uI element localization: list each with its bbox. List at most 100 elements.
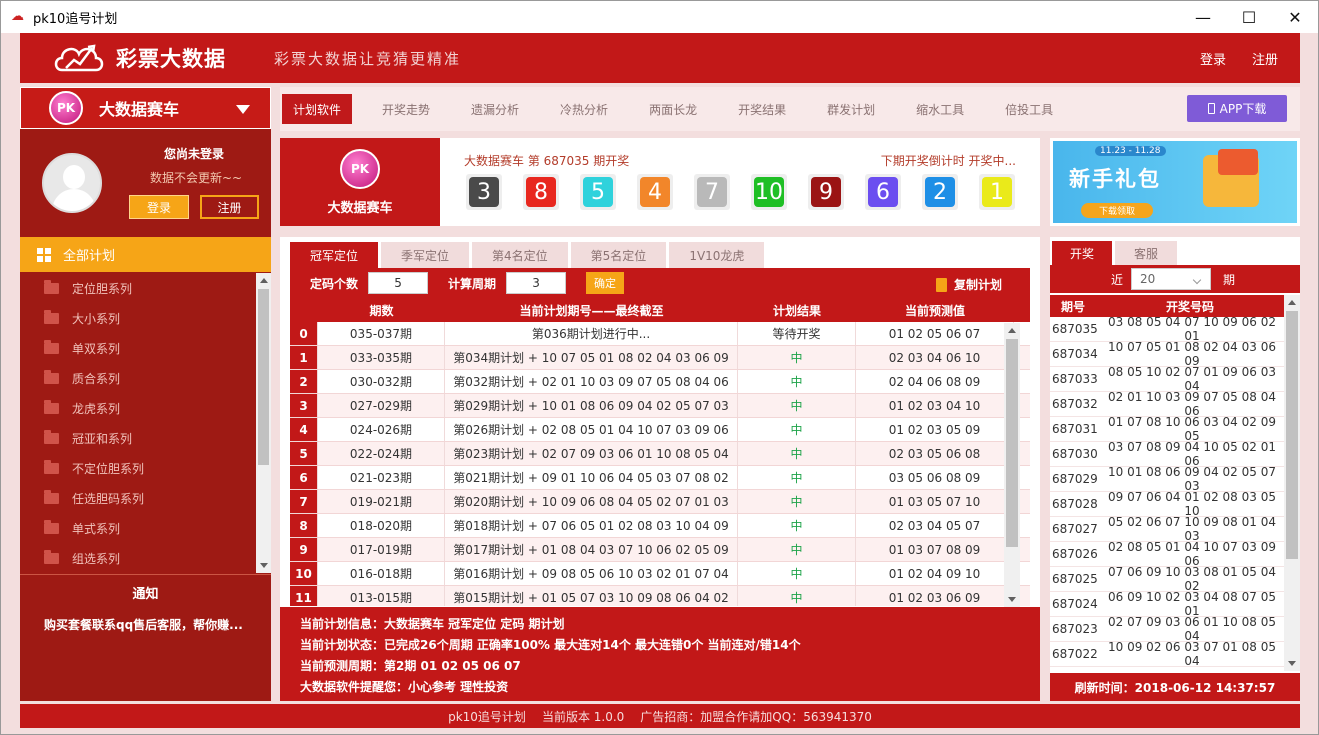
- menu-item[interactable]: 大小系列: [20, 303, 256, 333]
- close-icon[interactable]: ✕: [1272, 1, 1318, 33]
- table-row[interactable]: 0 035-037期 第036期计划进行中... 等待开奖 01 02 05 06 07: [290, 322, 1030, 346]
- menu-item[interactable]: 任选胆码系列: [20, 483, 256, 513]
- user-box: 您尚未登录 数据不会更新~~ 登录 注册: [20, 131, 271, 235]
- nav-group-plan[interactable]: 群发计划: [816, 94, 886, 124]
- game-logo: PK 大数据赛车: [280, 138, 440, 226]
- table-row[interactable]: 9 017-019期 第017期计划 + 01 08 04 03 07 10 06 …: [290, 538, 1030, 562]
- all-plans-header[interactable]: 全部计划: [20, 237, 271, 272]
- table-row[interactable]: 1 033-035期 第034期计划 + 10 07 05 01 08 02 04 …: [290, 346, 1030, 370]
- table-row[interactable]: 11 013-015期 第015期计划 + 01 05 07 03 10 09 08…: [290, 586, 1030, 606]
- folder-icon: [44, 309, 59, 324]
- list-item[interactable]: 687026 02 08 05 01 04 10 07 03 09 06: [1050, 540, 1284, 568]
- minimize-icon[interactable]: —: [1180, 1, 1226, 33]
- list-item[interactable]: 687029 10 01 08 06 09 04 02 05 07 03: [1050, 465, 1284, 493]
- login-button[interactable]: 登录: [129, 195, 189, 219]
- tab-third[interactable]: 季军定位: [381, 242, 470, 268]
- nav-missing-analysis[interactable]: 遗漏分析: [460, 94, 530, 124]
- draw-scrollbar[interactable]: [1284, 295, 1300, 671]
- list-item[interactable]: 687022 10 09 02 06 03 07 01 08 05 04: [1050, 640, 1284, 668]
- table-row[interactable]: 3 027-029期 第029期计划 + 10 01 08 06 09 04 02 …: [290, 394, 1030, 418]
- promo-download-button[interactable]: 下载领取: [1081, 203, 1153, 218]
- notice-title: 通知: [132, 587, 159, 602]
- register-button[interactable]: 注册: [200, 195, 259, 219]
- count-input[interactable]: 5: [368, 272, 429, 294]
- list-item[interactable]: 687028 09 07 06 04 01 02 08 03 05 10: [1050, 490, 1284, 518]
- footer: pk10追号计划 当前版本 1.0.0 广告招商：加盟合作请加QQ：563941…: [20, 704, 1300, 728]
- scroll-thumb[interactable]: [1286, 311, 1298, 559]
- list-item[interactable]: 687031 01 07 08 10 06 03 04 02 09 05: [1050, 415, 1284, 443]
- scroll-up-icon[interactable]: [260, 278, 268, 283]
- plan-panel: 冠军定位 季军定位 第4名定位 第5名定位 1V10龙虎 定码个数 5 计算周期…: [280, 237, 1040, 701]
- folder-icon: [44, 399, 59, 414]
- folder-icon: [44, 519, 59, 534]
- nav-shrink-tool[interactable]: 缩水工具: [905, 94, 975, 124]
- menu-item[interactable]: 龙虎系列: [20, 393, 256, 423]
- menu-scrollbar[interactable]: [256, 273, 271, 573]
- list-item[interactable]: 687030 03 07 08 09 04 10 05 02 01 06: [1050, 440, 1284, 468]
- draw-info: 大数据赛车 第 687035 期开奖: [464, 154, 630, 168]
- table-row[interactable]: 8 018-020期 第018期计划 + 07 06 05 01 02 08 03 …: [290, 514, 1030, 538]
- menu-item[interactable]: 冠亚和系列: [20, 423, 256, 453]
- game-name: 大数据赛车: [327, 200, 393, 216]
- menu-item[interactable]: 定位胆系列: [20, 273, 256, 303]
- scroll-thumb[interactable]: [1006, 339, 1018, 547]
- game-selector[interactable]: PK 大数据赛车: [20, 87, 271, 129]
- tab-service[interactable]: 客服: [1115, 241, 1178, 265]
- nav-hot-cold[interactable]: 冷热分析: [549, 94, 619, 124]
- app-download-button[interactable]: APP下载: [1187, 95, 1287, 122]
- table-row[interactable]: 4 024-026期 第026期计划 + 02 08 05 01 04 10 07 …: [290, 418, 1030, 442]
- copy-plan-button[interactable]: 复制计划: [935, 276, 1002, 293]
- window-title: pk10追号计划: [33, 11, 118, 27]
- nav-draw-results[interactable]: 开奖结果: [727, 94, 797, 124]
- confirm-button[interactable]: 确定: [586, 272, 625, 294]
- scroll-up-icon[interactable]: [1288, 300, 1296, 305]
- nav-draw-trend[interactable]: 开奖走势: [371, 94, 441, 124]
- header-register-link[interactable]: 注册: [1252, 49, 1278, 68]
- table-row[interactable]: 5 022-024期 第023期计划 + 02 07 09 03 06 01 10 …: [290, 442, 1030, 466]
- refresh-time: 刷新时间：2018-06-12 14:37:57: [1050, 673, 1300, 701]
- scroll-down-icon[interactable]: [1008, 597, 1016, 602]
- recent-count-select[interactable]: 20: [1131, 268, 1212, 290]
- table-row[interactable]: 6 021-023期 第021期计划 + 09 01 10 06 04 05 03 …: [290, 466, 1030, 490]
- tab-fifth[interactable]: 第5名定位: [570, 242, 667, 268]
- scroll-down-icon[interactable]: [1288, 661, 1296, 666]
- promo-banner[interactable]: 11.23 - 11.28 新手礼包 下载领取: [1050, 138, 1300, 226]
- menu-item[interactable]: 组选系列: [20, 543, 256, 573]
- table-row[interactable]: 2 030-032期 第032期计划 + 02 01 10 03 09 07 05 …: [290, 370, 1030, 394]
- list-item[interactable]: 687035 03 08 05 04 07 10 09 06 02 01: [1050, 317, 1284, 343]
- menu-item[interactable]: 不定位胆系列: [20, 453, 256, 483]
- menu-item[interactable]: 质合系列: [20, 363, 256, 393]
- tab-dragon-tiger[interactable]: 1V10龙虎: [669, 242, 765, 268]
- result-ball: 7: [694, 174, 730, 210]
- list-item[interactable]: 687034 10 07 05 01 08 02 04 03 06 09: [1050, 340, 1284, 368]
- tab-champion[interactable]: 冠军定位: [290, 242, 379, 268]
- brand-title: 彩票大数据: [116, 47, 226, 71]
- period-input[interactable]: 3: [506, 272, 567, 294]
- list-item[interactable]: 687032 02 01 10 03 09 07 05 08 04 06: [1050, 390, 1284, 418]
- menu-item[interactable]: 单双系列: [20, 333, 256, 363]
- draw-list: 687035 03 08 05 04 07 10 09 06 02 01 6870…: [1050, 317, 1284, 671]
- list-item[interactable]: 687025 07 06 09 10 03 08 01 05 04 02: [1050, 565, 1284, 593]
- table-row[interactable]: 10 016-018期 第016期计划 + 09 08 05 06 10 03 02…: [290, 562, 1030, 586]
- login-hint: 数据不会更新~~: [150, 171, 243, 185]
- list-item[interactable]: 687027 05 02 06 07 10 09 08 01 04 03: [1050, 515, 1284, 543]
- list-item[interactable]: 687033 08 05 10 02 07 01 09 06 03 04: [1050, 365, 1284, 393]
- list-item[interactable]: 687024 06 09 10 02 03 04 08 07 05 01: [1050, 590, 1284, 618]
- tab-draw[interactable]: 开奖: [1052, 241, 1113, 265]
- table-row[interactable]: 7 019-021期 第020期计划 + 10 09 06 08 04 05 02 …: [290, 490, 1030, 514]
- scroll-down-icon[interactable]: [260, 563, 268, 568]
- scroll-up-icon[interactable]: [1008, 328, 1016, 333]
- scroll-thumb[interactable]: [258, 289, 269, 465]
- maximize-icon[interactable]: ☐: [1226, 1, 1272, 33]
- list-item[interactable]: 687023 02 07 09 03 06 01 10 08 05 04: [1050, 615, 1284, 643]
- nav-two-sided[interactable]: 两面长龙: [638, 94, 708, 124]
- promo-date: 11.23 - 11.28: [1095, 146, 1166, 156]
- menu-item[interactable]: 单式系列: [20, 513, 256, 543]
- header-login-link[interactable]: 登录: [1200, 49, 1226, 68]
- result-ball: 6: [865, 174, 901, 210]
- tab-fourth[interactable]: 第4名定位: [472, 242, 568, 268]
- col-issue-number: 期号: [1060, 299, 1085, 314]
- nav-multiplier-tool[interactable]: 倍投工具: [994, 94, 1064, 124]
- nav-plan-software[interactable]: 计划软件: [282, 94, 353, 124]
- table-scrollbar[interactable]: [1004, 323, 1020, 607]
